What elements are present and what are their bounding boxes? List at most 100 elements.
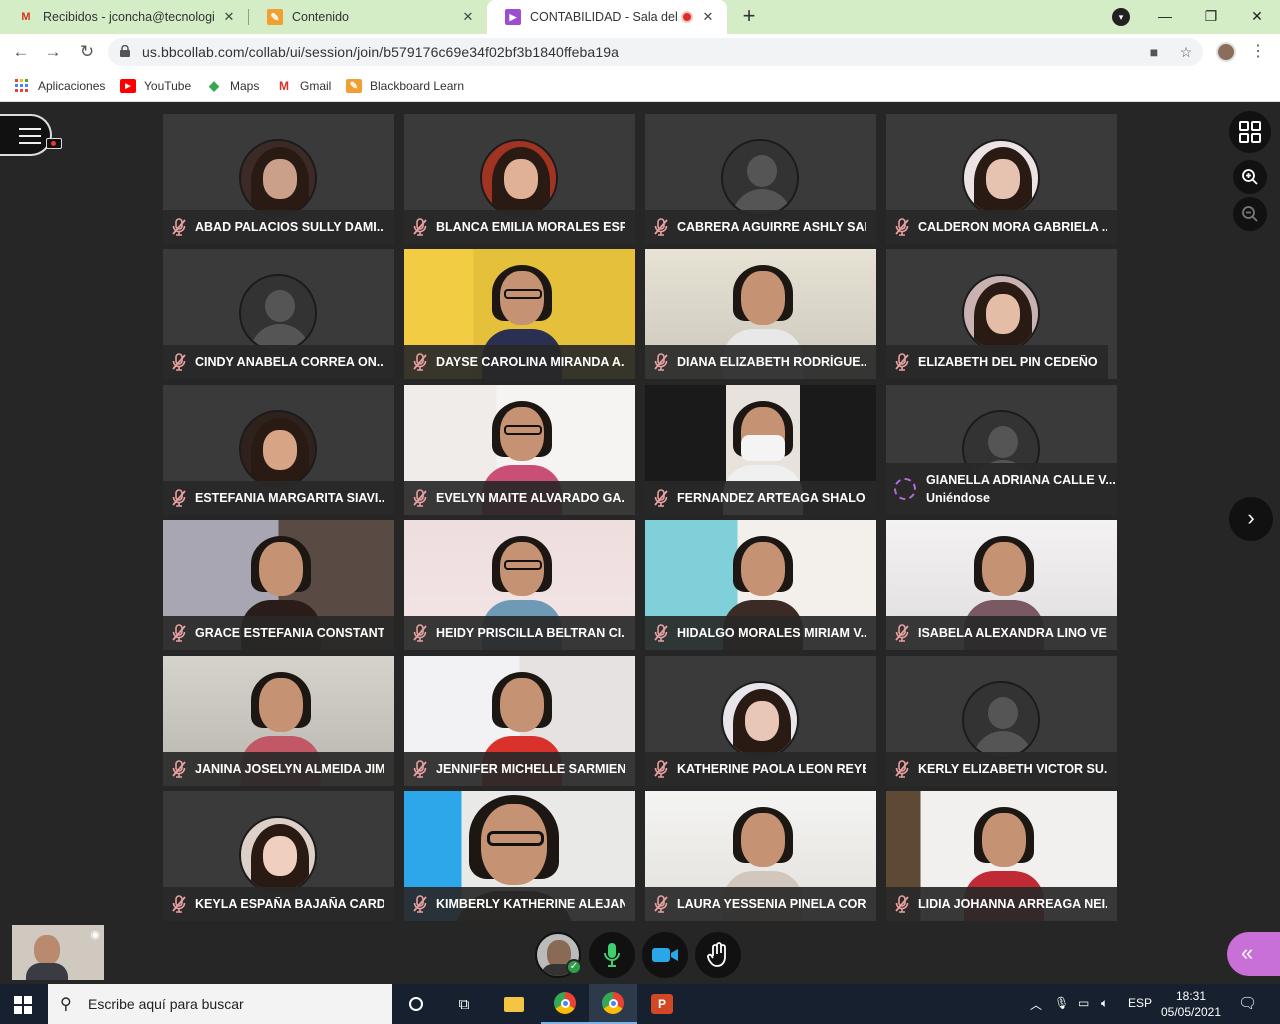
participant-tile[interactable]: KEYLA ESPAÑA BAJAÑA CARD... [163,791,394,921]
chrome-taskbar-button[interactable] [541,984,589,1024]
participant-avatar-photo [239,816,317,894]
windows-start-icon[interactable] [14,996,32,1014]
language-indicator[interactable]: ESP [1128,996,1152,1010]
participant-name-bar: HEIDY PRISCILLA BELTRAN CI... [404,616,635,650]
participant-tile[interactable]: KIMBERLY KATHERINE ALEJAN... [404,791,635,921]
participant-name-bar: CALDERON MORA GABRIELA ... [886,210,1117,244]
open-collaborate-panel-button[interactable]: « [1227,932,1280,976]
cortana-button[interactable] [392,984,440,1024]
next-page-button[interactable]: › [1229,497,1273,541]
zoom-in-button[interactable] [1233,160,1267,194]
participant-name-bar: JANINA JOSELYN ALMEIDA JIM... [163,752,394,786]
participant-tile[interactable]: KERLY ELIZABETH VICTOR SU... [886,656,1117,786]
mic-muted-icon [894,218,910,236]
eye-icon[interactable]: ◉ [90,928,100,941]
participant-name: KERLY ELIZABETH VICTOR SU... [918,762,1107,776]
participant-name-bar: KEYLA ESPAÑA BAJAÑA CARD... [163,887,394,921]
zoom-out-button[interactable] [1233,197,1267,231]
participant-tile[interactable]: CALDERON MORA GABRIELA ... [886,114,1117,244]
participant-name-bar: BLANCA EMILIA MORALES ESP... [404,210,635,244]
browser-menu-icon[interactable]: ⋮ [1250,40,1266,64]
participant-tile[interactable]: JENNIFER MICHELLE SARMIEN... [404,656,635,786]
microphone-tray-icon[interactable]: 🎙︎ [1054,996,1069,1010]
tab-strip: M Recibidos - jconcha@tecnologico ✕ ✎ Co… [0,0,1280,34]
participant-tile[interactable]: ISABELA ALEXANDRA LINO VE... [886,520,1117,650]
bookmark-youtube[interactable]: ▶ YouTube [120,77,191,95]
notifications-icon[interactable]: 🗨︎ [1238,994,1257,1012]
participant-name-bar: LAURA YESSENIA PINELA COR... [645,887,876,921]
chrome-profile-taskbar-button[interactable] [589,984,637,1024]
participant-tile[interactable]: CINDY ANABELA CORREA ON... [163,249,394,379]
forward-button[interactable]: → [40,39,66,65]
participant-tile[interactable]: BLANCA EMILIA MORALES ESP... [404,114,635,244]
new-tab-button[interactable]: + [737,5,761,29]
tab-contenido[interactable]: ✎ Contenido ✕ [249,0,487,34]
participant-tile[interactable]: HEIDY PRISCILLA BELTRAN CI... [404,520,635,650]
participant-tile[interactable]: DAYSE CAROLINA MIRANDA A... [404,249,635,379]
participant-tile[interactable]: JANINA JOSELYN ALMEIDA JIM... [163,656,394,786]
taskbar-clock[interactable]: 18:31 05/05/2021 [1158,988,1224,1020]
address-bar[interactable]: us.bbcollab.com/collab/ui/session/join/b… [108,38,1203,66]
participant-tile[interactable]: KATHERINE PAOLA LEON REYES [645,656,876,786]
minimize-button[interactable]: — [1150,4,1180,28]
bookmark-apps[interactable]: Aplicaciones [14,77,105,95]
camera-button[interactable] [642,932,688,978]
participant-name-bar: LIDIA JOHANNA ARREAGA NEI... [886,887,1117,921]
participant-tile[interactable]: LIDIA JOHANNA ARREAGA NEI... [886,791,1117,921]
taskbar-search-box[interactable]: ⚲ Escribe aquí para buscar [48,984,392,1024]
reload-button[interactable]: ↻ [74,39,100,65]
self-video-person [26,933,68,980]
close-icon[interactable]: ✕ [459,8,477,26]
profile-avatar[interactable] [1216,42,1236,62]
participant-name: ABAD PALACIOS SULLY DAMI... [195,220,384,234]
lock-icon [120,45,130,57]
bookmark-star-icon[interactable]: ☆ [1176,43,1196,61]
participant-tile[interactable]: CABRERA AGUIRRE ASHLY SAL... [645,114,876,244]
grid-view-button[interactable] [1229,111,1271,153]
raise-hand-button[interactable] [695,932,741,978]
close-icon[interactable]: ✕ [699,8,717,26]
microphone-button[interactable] [589,932,635,978]
window-close-button[interactable]: ✕ [1242,4,1272,28]
participant-name-bar: ISABELA ALEXANDRA LINO VE... [886,616,1117,650]
bookmark-gmail[interactable]: M Gmail [276,77,331,95]
gmail-icon: M [21,11,31,23]
participant-name-bar: GIANELLA ADRIANA CALLE V... Uniéndose [886,463,1117,515]
close-icon[interactable]: ✕ [220,8,238,26]
participant-tile[interactable]: LAURA YESSENIA PINELA COR... [645,791,876,921]
tab-contabilidad[interactable]: ▶ CONTABILIDAD - Sala del cu ✕ [487,0,727,34]
participant-tile[interactable]: GRACE ESTEFANIA CONSTANT... [163,520,394,650]
mic-muted-icon [653,760,669,778]
participant-tile[interactable]: EVELYN MAITE ALVARADO GA... [404,385,635,515]
restore-button[interactable]: ❐ [1196,4,1226,28]
participant-tile[interactable]: ESTEFANIA MARGARITA SIAVI... [163,385,394,515]
search-placeholder: Escribe aquí para buscar [88,996,244,1012]
self-video-preview[interactable]: ◉ [12,925,104,980]
mic-muted-icon [171,760,187,778]
session-menu-button[interactable] [0,114,52,156]
participant-tile[interactable]: FERNANDEZ ARTEAGA SHALO... [645,385,876,515]
participant-tile[interactable]: GIANELLA ADRIANA CALLE V... Uniéndose [886,385,1117,515]
participant-tile[interactable]: HIDALGO MORALES MIRIAM V... [645,520,876,650]
participant-avatar-photo [239,139,317,217]
camera-icon[interactable]: ■ [1144,43,1164,61]
participant-tile[interactable]: DIANA ELIZABETH RODRÍGUE... [645,249,876,379]
participant-tile[interactable]: ABAD PALACIOS SULLY DAMI... [163,114,394,244]
participant-tile[interactable]: ELIZABETH DEL PIN CEDEÑO [886,249,1117,379]
blackboard-icon: ✎ [346,79,362,93]
tab-gmail[interactable]: M Recibidos - jconcha@tecnologico ✕ [0,0,248,34]
volume-icon[interactable]: 🔈︎ [1101,996,1108,1011]
file-explorer-button[interactable] [490,984,538,1024]
bookmark-maps[interactable]: ◆ Maps [206,77,259,95]
task-view-button[interactable]: ⧉ [440,984,488,1024]
participant-avatar-photo [721,681,799,759]
powerpoint-taskbar-button[interactable]: P [638,984,686,1024]
tray-chevron-icon[interactable]: ︿ [1030,996,1042,1013]
back-button[interactable]: ← [8,39,34,65]
mic-muted-icon [412,895,428,913]
bookmark-blackboard[interactable]: ✎ Blackboard Learn [346,77,464,95]
tab-search-icon[interactable]: ▾ [1112,8,1130,26]
url-text: us.bbcollab.com/collab/ui/session/join/b… [142,44,619,60]
recording-indicator-icon [46,138,62,149]
network-icon[interactable]: ▭ [1078,996,1089,1010]
